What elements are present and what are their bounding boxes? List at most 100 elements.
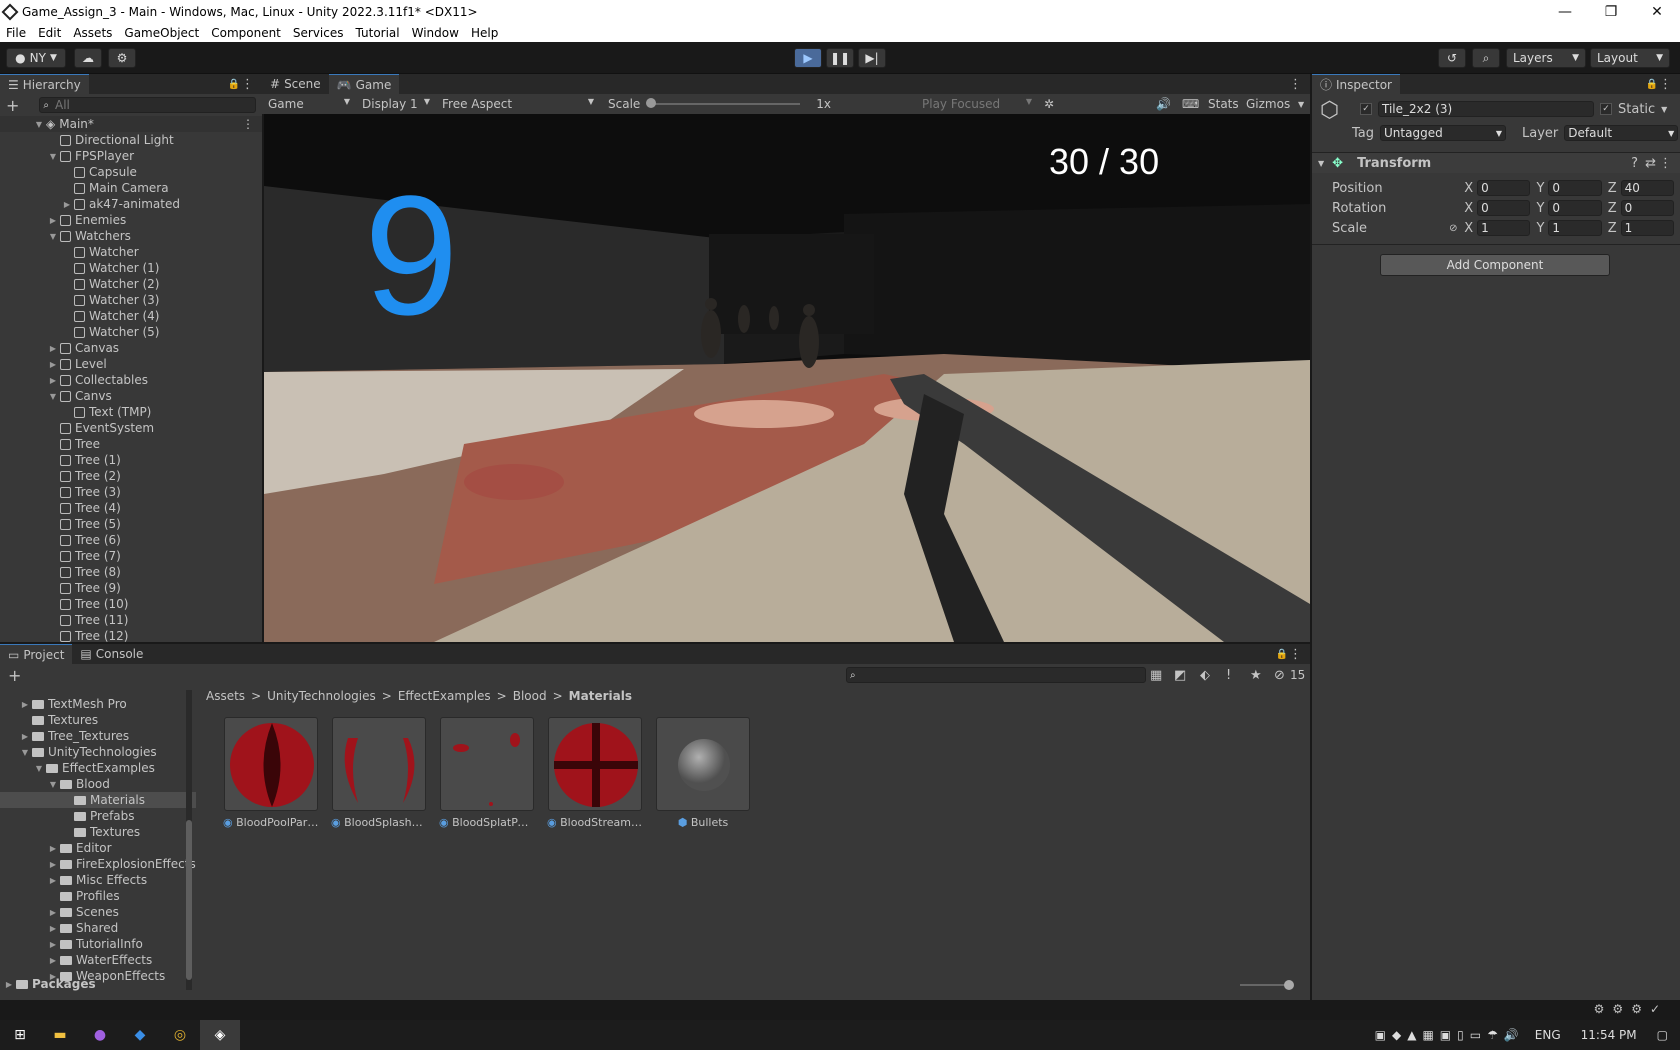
- chevron-down-icon[interactable]: ▼: [1298, 100, 1304, 109]
- hierarchy-item[interactable]: Tree (6): [0, 532, 262, 548]
- windows-start-icon[interactable]: ⊞: [0, 1020, 40, 1050]
- chevron-down-icon[interactable]: ▼: [20, 748, 30, 757]
- maximize-button[interactable]: ❐: [1588, 0, 1634, 24]
- scale-z-field[interactable]: 1: [1620, 220, 1674, 236]
- hierarchy-item[interactable]: Tree (12): [0, 628, 262, 644]
- chrome-icon[interactable]: ◎: [160, 1020, 200, 1050]
- filter-label-icon[interactable]: ◩: [1174, 668, 1186, 683]
- menu-assets[interactable]: Assets: [67, 26, 118, 40]
- layer-dropdown[interactable]: Default ▼: [1564, 125, 1679, 141]
- hierarchy-item[interactable]: Watcher: [0, 244, 262, 260]
- project-folder-item[interactable]: ▶ Scenes: [0, 904, 196, 920]
- help-icon[interactable]: ?: [1631, 156, 1638, 171]
- hierarchy-item[interactable]: Tree (7): [0, 548, 262, 564]
- chevron-down-icon[interactable]: ▼: [48, 780, 58, 789]
- hierarchy-item[interactable]: ▼ Watchers: [0, 228, 262, 244]
- position-y-field[interactable]: 0: [1548, 180, 1602, 196]
- scrollbar[interactable]: [186, 690, 192, 990]
- notification-icon[interactable]: ▢: [1657, 1028, 1668, 1042]
- play-focused-dropdown[interactable]: Play Focused ▼: [922, 97, 1032, 111]
- breadcrumb-item-current[interactable]: Materials: [569, 689, 632, 703]
- hierarchy-item[interactable]: Main Camera: [0, 180, 262, 196]
- tab-hierarchy[interactable]: ☰ Hierarchy: [0, 74, 89, 94]
- display-dropdown[interactable]: Display 1 ▼: [356, 97, 436, 111]
- more-icon[interactable]: ⋮: [1289, 647, 1302, 662]
- project-folder-item[interactable]: ▶ TutorialInfo: [0, 936, 196, 952]
- unity-app-icon[interactable]: ◈: [200, 1020, 240, 1050]
- close-button[interactable]: ✕: [1634, 0, 1680, 24]
- project-folder-item[interactable]: Prefabs: [0, 808, 196, 824]
- breadcrumb-item[interactable]: EffectExamples: [398, 689, 491, 703]
- tab-inspector[interactable]: ⓘ Inspector: [1312, 74, 1400, 94]
- hierarchy-search-input[interactable]: ⌕ All: [39, 97, 256, 113]
- project-folder-item[interactable]: ▼ EffectExamples: [0, 760, 196, 776]
- project-folder-item[interactable]: Textures: [0, 824, 196, 840]
- play-button[interactable]: ▶: [794, 48, 822, 68]
- menu-help[interactable]: Help: [465, 26, 504, 40]
- search-button[interactable]: ⌕: [1472, 48, 1500, 68]
- add-component-button[interactable]: Add Component: [1380, 254, 1610, 276]
- services-button[interactable]: ⚙: [108, 48, 136, 68]
- hierarchy-item[interactable]: Watcher (2): [0, 276, 262, 292]
- chevron-right-icon[interactable]: ▶: [20, 700, 30, 709]
- chevron-right-icon[interactable]: ▶: [48, 376, 58, 385]
- project-folder-item[interactable]: ▶ Tree_Textures: [0, 728, 196, 744]
- hierarchy-item[interactable]: Watcher (1): [0, 260, 262, 276]
- chevron-down-icon[interactable]: ▼: [48, 392, 58, 401]
- chevron-right-icon[interactable]: ▶: [48, 860, 58, 869]
- more-icon[interactable]: ⋮: [1659, 156, 1672, 171]
- project-folder-item[interactable]: ▶ Misc Effects: [0, 872, 196, 888]
- aspect-dropdown[interactable]: Free Aspect ▼: [436, 97, 600, 111]
- hierarchy-item[interactable]: ▼ Canvs: [0, 388, 262, 404]
- scale-slider-handle[interactable]: [646, 98, 657, 108]
- breadcrumb-item[interactable]: Blood: [513, 689, 547, 703]
- step-button[interactable]: ▶|: [858, 48, 886, 68]
- game-mode-dropdown[interactable]: Game ▼: [262, 97, 356, 111]
- project-search-input[interactable]: ⌕: [846, 667, 1146, 683]
- pause-button[interactable]: ❚❚: [826, 48, 854, 68]
- tab-game[interactable]: 🎮 Game: [328, 74, 400, 94]
- hierarchy-item[interactable]: Tree (8): [0, 564, 262, 580]
- layout-dropdown[interactable]: Layout ▼: [1590, 48, 1670, 68]
- menu-services[interactable]: Services: [287, 26, 350, 40]
- chevron-down-icon[interactable]: ▼: [48, 232, 58, 241]
- chevron-right-icon[interactable]: ▶: [48, 940, 58, 949]
- asset-item[interactable]: ◉ BloodStreamParti...: [547, 717, 643, 829]
- asset-item[interactable]: ◉ BloodSplashPartic...: [331, 717, 427, 829]
- menu-edit[interactable]: Edit: [32, 26, 67, 40]
- gizmos-button[interactable]: Gizmos: [1246, 97, 1290, 111]
- asset-item[interactable]: ◉ BloodPoolParticle: [223, 717, 319, 829]
- hierarchy-item[interactable]: Tree (5): [0, 516, 262, 532]
- hidden-eye-icon[interactable]: ⊘: [1274, 668, 1285, 683]
- hierarchy-item[interactable]: Directional Light: [0, 132, 262, 148]
- breadcrumb-item[interactable]: UnityTechnologies: [267, 689, 376, 703]
- add-icon[interactable]: +: [8, 666, 21, 685]
- clock[interactable]: 11:54 PM: [1581, 1028, 1637, 1042]
- hierarchy-item[interactable]: Watcher (5): [0, 324, 262, 340]
- file-explorer-icon[interactable]: ▬: [40, 1020, 80, 1050]
- project-folder-item[interactable]: ▶ WaterEffects: [0, 952, 196, 968]
- bug-icon[interactable]: ✲: [1044, 97, 1054, 111]
- hierarchy-item[interactable]: ▶ Enemies: [0, 212, 262, 228]
- scene-row[interactable]: ▼ ◈ Main* ⋮: [0, 116, 262, 132]
- tab-project[interactable]: ▭ Project: [0, 644, 73, 664]
- project-folder-item[interactable]: Textures: [0, 712, 196, 728]
- github-icon[interactable]: ●: [80, 1020, 120, 1050]
- hierarchy-item[interactable]: Text (TMP): [0, 404, 262, 420]
- keyboard-icon[interactable]: ⌨: [1182, 97, 1199, 111]
- project-folder-item[interactable]: ▶ TextMesh Pro: [0, 696, 196, 712]
- hierarchy-item[interactable]: ▶ Canvas: [0, 340, 262, 356]
- hierarchy-item[interactable]: Tree (11): [0, 612, 262, 628]
- menu-tutorial[interactable]: Tutorial: [350, 26, 406, 40]
- lock-icon[interactable]: 🔒: [1646, 79, 1658, 90]
- lock-icon[interactable]: 🔒: [228, 79, 240, 90]
- chevron-down-icon[interactable]: ▼: [34, 764, 44, 773]
- asset-item[interactable]: ◉ BloodSplatParticle: [439, 717, 535, 829]
- chevron-down-icon[interactable]: ▼: [1661, 105, 1667, 114]
- project-folder-item[interactable]: ▶ Shared: [0, 920, 196, 936]
- add-icon[interactable]: +: [6, 96, 19, 115]
- hierarchy-item[interactable]: ▶ Collectables: [0, 372, 262, 388]
- breadcrumb-item[interactable]: Assets: [206, 689, 245, 703]
- more-icon[interactable]: ⋮: [1289, 77, 1302, 92]
- menu-component[interactable]: Component: [205, 26, 287, 40]
